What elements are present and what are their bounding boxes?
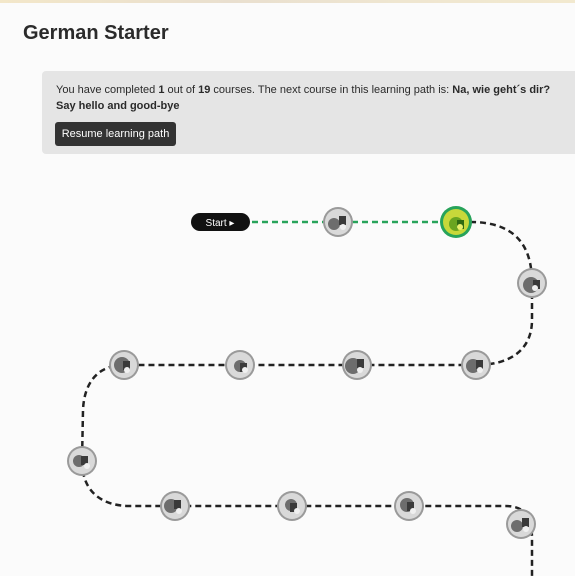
start-button[interactable]: Start ▸	[191, 213, 250, 231]
remaining-path-line	[80, 220, 534, 576]
course-node-5[interactable]	[342, 350, 372, 380]
start-label: Start ▸	[206, 218, 235, 229]
course-node-7[interactable]	[109, 350, 139, 380]
course-node-4[interactable]	[461, 350, 491, 380]
course-node-12[interactable]	[506, 509, 536, 539]
course-node-10[interactable]	[277, 491, 307, 521]
course-node-1[interactable]	[323, 207, 353, 237]
course-node-6[interactable]	[225, 350, 255, 380]
course-node-11[interactable]	[394, 491, 424, 521]
course-thumbnail-icon	[114, 357, 130, 373]
course-node-3[interactable]	[517, 268, 547, 298]
course-thumbnail-icon	[345, 358, 364, 374]
course-node-2[interactable]	[440, 206, 472, 238]
course-node-8[interactable]	[67, 446, 97, 476]
course-node-9[interactable]	[160, 491, 190, 521]
course-thumbnail-icon	[466, 359, 483, 373]
learning-path-map: Start ▸	[67, 206, 547, 576]
